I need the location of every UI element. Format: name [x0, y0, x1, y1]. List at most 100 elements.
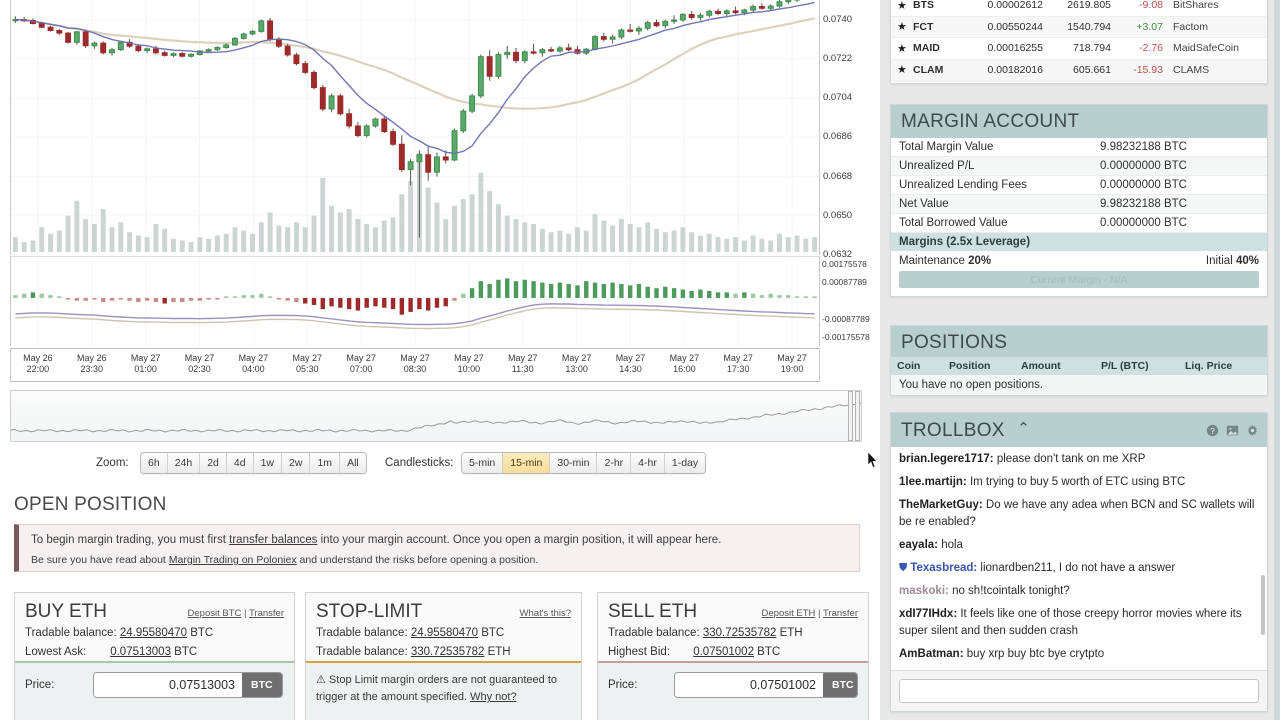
- page-scrollbar[interactable]: [1274, 0, 1280, 720]
- stop-tradable-btc-value[interactable]: 24.95580470: [411, 627, 478, 639]
- candle-button-2-hr[interactable]: 2-hr: [597, 453, 632, 473]
- time-tick-hour: 23:30: [80, 364, 104, 374]
- candle-button-4-hr[interactable]: 4-hr: [631, 453, 665, 473]
- help-icon[interactable]: ?: [1206, 424, 1219, 437]
- trollbox-username[interactable]: 1lee.martijn:: [899, 476, 970, 488]
- market-code: BTS: [913, 0, 934, 12]
- trollbox-header[interactable]: TROLLBOX ⌃ ?: [891, 413, 1267, 447]
- deposit-btc-link[interactable]: Deposit BTC: [188, 608, 242, 619]
- zoom-button-1m[interactable]: 1m: [310, 453, 341, 473]
- trollbox-message-text: lionardben211, I do not have a answer: [980, 562, 1176, 574]
- time-tick-date: May 27: [723, 353, 753, 363]
- buy-price-field[interactable]: BTC: [93, 672, 283, 698]
- buy-price-label: Price:: [25, 679, 55, 691]
- market-row[interactable]: ★ BTS 0.00002612 2619.805 -9.08 BitShares: [891, 0, 1267, 17]
- buy-tradable-value[interactable]: 24.95580470: [120, 627, 187, 639]
- stop-tradable-eth-value[interactable]: 330.72535782: [411, 646, 485, 658]
- maintenance-label: Maintenance: [899, 255, 965, 267]
- positions-column-headers: Coin Position Amount P/L (BTC) Liq. Price: [891, 357, 1267, 375]
- gear-icon[interactable]: [1246, 424, 1259, 437]
- market-star-icon[interactable]: ★: [897, 20, 913, 33]
- positions-column-header: P/L (BTC): [1101, 360, 1149, 372]
- sell-highest-bid-unit: BTC: [757, 646, 781, 658]
- sell-panel-body: Price: BTC: [598, 661, 868, 720]
- candle-button-1-day[interactable]: 1-day: [664, 453, 706, 473]
- stop-tradable-eth-unit: ETH: [487, 646, 511, 658]
- notice-text-1b: into your margin account. Once you open …: [317, 534, 722, 546]
- buy-lowest-ask-value[interactable]: 0.07513003: [110, 646, 171, 658]
- market-row[interactable]: ★ MAID 0.00016255 718.794 -2.76 MaidSafeCoin: [891, 38, 1267, 60]
- zoom-button-2d[interactable]: 2d: [200, 453, 227, 473]
- trollbox-message: TheMarketGuy: Do we have any adea when B…: [899, 497, 1259, 531]
- zoom-button-1w[interactable]: 1w: [253, 453, 283, 473]
- warning-icon: ⚠: [316, 674, 326, 686]
- margin-account-row: Unrealized Lending Fees 0.00000000 BTC: [891, 176, 1267, 195]
- zoom-button-group[interactable]: 6h 24h 2d 4d 1w 2w 1m All: [140, 452, 367, 474]
- candle-button-5-min[interactable]: 5-min: [462, 453, 504, 473]
- transfer-balances-link[interactable]: transfer balances: [229, 534, 317, 546]
- sell-price-input[interactable]: [674, 673, 823, 697]
- sell-tradable-value[interactable]: 330.72535782: [703, 627, 777, 639]
- margin-trading-link[interactable]: Margin Trading on Poloniex: [169, 554, 297, 566]
- stop-panel-links: What's this?: [520, 608, 571, 619]
- trollbox-username[interactable]: xdI77IHdx:: [899, 608, 960, 620]
- zoom-button-24h[interactable]: 24h: [167, 453, 201, 473]
- buy-price-row: Price: BTC: [25, 672, 284, 698]
- candle-button-15-min[interactable]: 15-min: [503, 453, 551, 473]
- trollbox-username[interactable]: TheMarketGuy:: [899, 499, 986, 511]
- image-icon[interactable]: [1226, 424, 1239, 437]
- macd-plot[interactable]: [10, 256, 820, 346]
- range-navigator[interactable]: [10, 390, 862, 442]
- price-axis: 0.0740 0.0722 0.0704 0.0686 0.0668 0.0650 0.06…: [820, 0, 880, 260]
- notice-text-2a: Be sure you have read about: [31, 554, 169, 566]
- market-row[interactable]: ★ FCT 0.00550244 1540.794 +3.07 Factom: [891, 16, 1267, 38]
- whats-this-link[interactable]: What's this?: [520, 608, 571, 619]
- trollbox-username[interactable]: eayala:: [899, 539, 941, 551]
- buy-transfer-link[interactable]: Transfer: [249, 608, 284, 619]
- market-row[interactable]: ★ CLAM 0.00182016 605.661 -15.93 CLAMS: [891, 59, 1267, 81]
- why-not-link[interactable]: Why not?: [470, 691, 516, 703]
- navigator-handle-right[interactable]: [848, 391, 853, 441]
- trollbox-username[interactable]: Texasbread:: [910, 562, 980, 574]
- sell-price-unit: BTC: [822, 673, 857, 697]
- zoom-button-all[interactable]: All: [340, 453, 366, 473]
- trollbox-messages[interactable]: brian.legere1717: please don't tank on m…: [891, 447, 1267, 670]
- sell-panel-links: Deposit ETH | Transfer: [762, 608, 858, 619]
- zoom-button-2w[interactable]: 2w: [282, 453, 311, 473]
- deposit-eth-link[interactable]: Deposit ETH: [762, 608, 816, 619]
- market-price: 0.00182016: [987, 63, 1043, 76]
- markets-list: ★ BTS 0.00002612 2619.805 -9.08 BitShares ★ FCT…: [890, 0, 1268, 84]
- candlestick-plot[interactable]: [10, 0, 820, 255]
- zoom-button-6h[interactable]: 6h: [141, 453, 168, 473]
- trollbox-input[interactable]: [899, 679, 1259, 703]
- stop-tradable-btc-unit: BTC: [481, 627, 505, 639]
- margins-leverage-bar: Margins (2.5x Leverage): [891, 233, 1267, 251]
- navigator-handle-left[interactable]: [855, 391, 860, 441]
- macd-axis-tick: -0.00175578: [822, 331, 870, 342]
- right-sidebar: ★ BTS 0.00002612 2619.805 -9.08 BitShares ★ FCT…: [880, 0, 1280, 720]
- candlesticks-label: Candlesticks:: [385, 457, 454, 469]
- trollbox-username[interactable]: AmBatman:: [899, 648, 967, 660]
- candle-button-30-min[interactable]: 30-min: [550, 453, 598, 473]
- time-axis-tick: May 27 07:00: [333, 353, 389, 375]
- buy-price-input[interactable]: [94, 673, 242, 697]
- trollbox-username[interactable]: brian.legere1717:: [899, 453, 997, 465]
- market-price: 0.00002612: [987, 0, 1043, 12]
- time-tick-date: May 27: [346, 353, 376, 363]
- candlestick-button-group[interactable]: 5-min 15-min 30-min 2-hr 4-hr 1-day: [461, 452, 707, 474]
- market-star-icon[interactable]: ★: [897, 63, 913, 76]
- margin-account-row: Net Value 9.98232188 BTC: [891, 195, 1267, 214]
- market-star-icon[interactable]: ★: [897, 42, 913, 55]
- chevron-up-icon[interactable]: ⌃: [1017, 419, 1030, 437]
- trollbox-scrollbar[interactable]: [1261, 575, 1265, 635]
- sell-transfer-link[interactable]: Transfer: [823, 608, 858, 619]
- zoom-button-4d[interactable]: 4d: [226, 453, 254, 473]
- initial-label: Initial: [1205, 255, 1233, 267]
- trollbox-username[interactable]: maskoki:: [899, 585, 952, 597]
- margin-row-value: 0.00000000 BTC: [1100, 179, 1187, 191]
- sell-highest-bid-value[interactable]: 0.07501002: [693, 646, 754, 658]
- time-axis-tick: May 27 05:30: [279, 353, 335, 375]
- sell-price-field[interactable]: BTC: [673, 672, 858, 698]
- market-star-icon[interactable]: ★: [897, 0, 913, 12]
- positions-card: POSITIONS Coin Position Amount P/L (BTC) Liq…: [890, 325, 1268, 396]
